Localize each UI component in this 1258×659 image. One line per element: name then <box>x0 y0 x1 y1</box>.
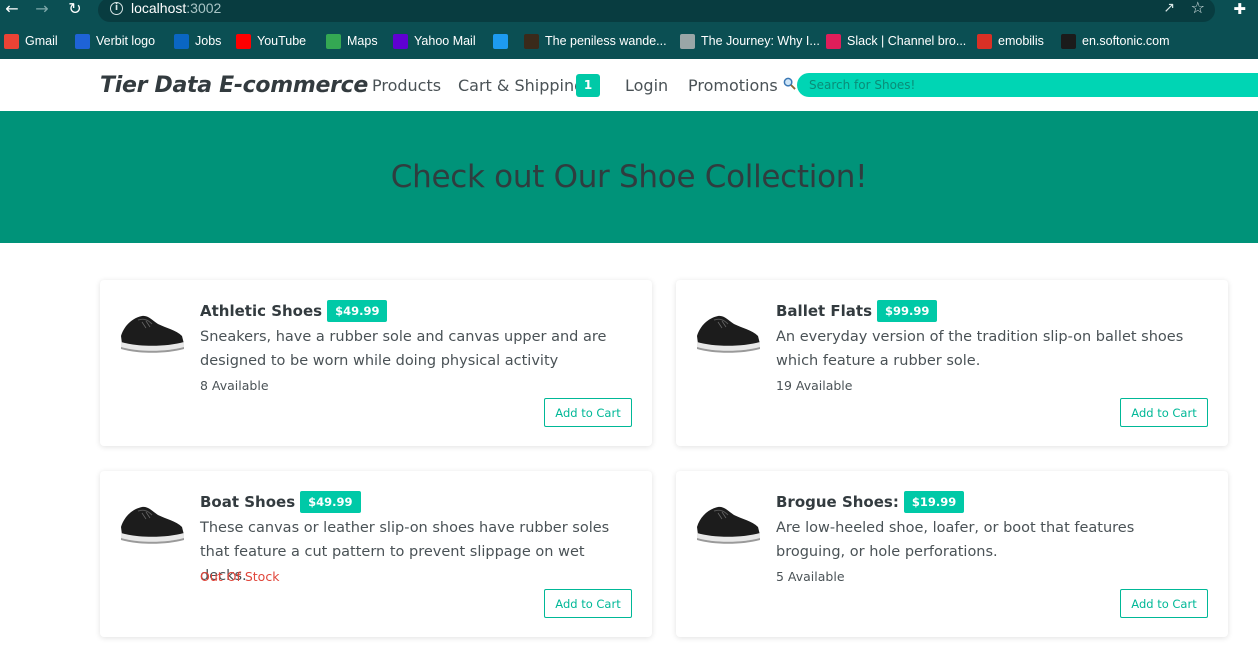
bookmark-label: The Journey: Why I... <box>701 34 820 48</box>
bookmark-label: en.softonic.com <box>1082 34 1170 48</box>
add-to-cart-button[interactable]: Add to Cart <box>544 589 632 618</box>
linkedin-icon <box>174 33 189 49</box>
product-title-row: Athletic Shoes $49.99 <box>200 300 388 322</box>
bookmark-label: Slack | Channel bro... <box>847 34 967 48</box>
share-icon[interactable]: ↗ <box>1163 0 1175 16</box>
bookmark-item[interactable]: en.softonic.com <box>1061 32 1170 50</box>
gmail-icon <box>4 33 19 49</box>
stock-status: 19 Available <box>776 378 853 393</box>
bookmark-label: Yahoo Mail <box>414 34 476 48</box>
bookmark-label: emobilis <box>998 34 1044 48</box>
product-card: Brogue Shoes: $19.99 Are low-heeled shoe… <box>676 471 1228 637</box>
forward-arrow-icon[interactable]: → <box>32 0 52 20</box>
slack-icon <box>826 33 841 49</box>
bookmark-item[interactable]: Maps <box>326 32 378 50</box>
nav-login[interactable]: Login <box>625 76 668 95</box>
stock-status: 8 Available <box>200 378 269 393</box>
globe-icon <box>680 33 695 49</box>
bookmark-item[interactable]: Gmail <box>4 32 58 50</box>
extensions-puzzle-icon[interactable]: ✚ <box>1233 0 1246 18</box>
reload-icon[interactable]: ↻ <box>65 0 85 20</box>
photoshop-icon <box>1061 33 1076 49</box>
product-description: Are low-heeled shoe, loafer, or boot tha… <box>776 520 1135 560</box>
product-name: Boat Shoes <box>200 493 296 511</box>
nav-cart-shipping[interactable]: Cart & Shipping <box>458 76 584 95</box>
price-badge: $49.99 <box>300 491 361 513</box>
product-title-row: Brogue Shoes: $19.99 <box>776 491 965 513</box>
bookmark-item[interactable]: emobilis <box>977 32 1044 50</box>
product-description: An everyday version of the tradition sli… <box>776 329 1184 369</box>
hero-banner: Check out Our Shoe Collection! <box>0 111 1258 243</box>
bookmark-label: YouTube <box>257 34 307 48</box>
yahoo-mail-icon <box>393 33 408 49</box>
bookmark-label: Gmail <box>25 34 58 48</box>
youtube-icon <box>236 33 251 49</box>
nav-promotions[interactable]: Promotions <box>688 76 778 95</box>
product-title-row: Ballet Flats $99.99 <box>776 300 938 322</box>
product-card: Ballet Flats $99.99 An everyday version … <box>676 280 1228 446</box>
bookmark-label: Jobs <box>195 34 222 48</box>
add-to-cart-button[interactable]: Add to Cart <box>544 398 632 427</box>
bookmark-item[interactable] <box>493 32 508 50</box>
product-name: Athletic Shoes <box>200 302 323 320</box>
bookmarks-bar: Gmail Verbit logo Jobs YouTube Maps Yahoo Mai… <box>0 22 1258 59</box>
cart-count-badge[interactable]: 1 <box>576 74 600 97</box>
bookmark-label: Verbit logo <box>96 34 156 48</box>
search-icon <box>783 77 796 90</box>
bookmark-item[interactable]: The peniless wande... <box>524 32 667 50</box>
shoe-product-image <box>694 497 762 545</box>
shoe-product-image <box>118 497 186 545</box>
price-badge: $99.99 <box>877 300 938 322</box>
price-badge: $19.99 <box>903 491 965 513</box>
address-bar[interactable]: i localhost:3002 ↗ ☆ <box>98 0 1215 22</box>
bookmark-star-icon[interactable]: ☆ <box>1191 0 1205 17</box>
brand-logo[interactable]: Tier Data E-commerce <box>100 73 368 98</box>
bookmark-item[interactable]: Yahoo Mail <box>393 32 476 50</box>
page-thumbnail-icon <box>524 33 539 49</box>
browser-toolbar: ← → ↻ i localhost:3002 ↗ ☆ ✚ <box>0 0 1258 22</box>
product-name: Brogue Shoes: <box>776 493 899 511</box>
product-title-row: Boat Shoes $49.99 <box>200 491 361 513</box>
bookmark-item[interactable]: YouTube <box>236 32 306 50</box>
search-input[interactable] <box>797 73 1258 97</box>
product-card: Athletic Shoes $49.99 Sneakers, have a r… <box>100 280 652 446</box>
emobilis-icon <box>977 33 992 49</box>
maps-icon <box>326 33 341 49</box>
shoe-product-image <box>118 306 186 354</box>
bookmark-item[interactable]: Jobs <box>174 32 221 50</box>
verbit-icon <box>75 33 90 49</box>
product-description: Sneakers, have a rubber sole and canvas … <box>200 329 607 369</box>
address-url[interactable]: localhost:3002 <box>131 0 221 16</box>
bookmark-item[interactable]: Slack | Channel bro... <box>826 32 966 50</box>
product-name: Ballet Flats <box>776 302 873 320</box>
shoe-product-image <box>694 306 762 354</box>
bookmark-label: The peniless wande... <box>545 34 667 48</box>
site-info-icon[interactable]: i <box>110 2 123 15</box>
stock-status: 5 Available <box>776 569 845 584</box>
product-card: Boat Shoes $49.99 These canvas or leathe… <box>100 471 652 637</box>
add-to-cart-button[interactable]: Add to Cart <box>1120 589 1208 618</box>
bookmark-item[interactable]: Verbit logo <box>75 32 155 50</box>
price-badge: $49.99 <box>327 300 388 322</box>
site-navbar: Tier Data E-commerce Products Cart & Shi… <box>0 59 1258 111</box>
add-to-cart-button[interactable]: Add to Cart <box>1120 398 1208 427</box>
hero-title: Check out Our Shoe Collection! <box>390 159 868 195</box>
nav-products[interactable]: Products <box>372 76 441 95</box>
bookmark-label: Maps <box>347 34 378 48</box>
back-arrow-icon[interactable]: ← <box>2 0 22 20</box>
bookmark-item[interactable]: The Journey: Why I... <box>680 32 820 50</box>
stock-status: Out Of Stock <box>200 569 280 584</box>
twitter-icon <box>493 33 508 49</box>
